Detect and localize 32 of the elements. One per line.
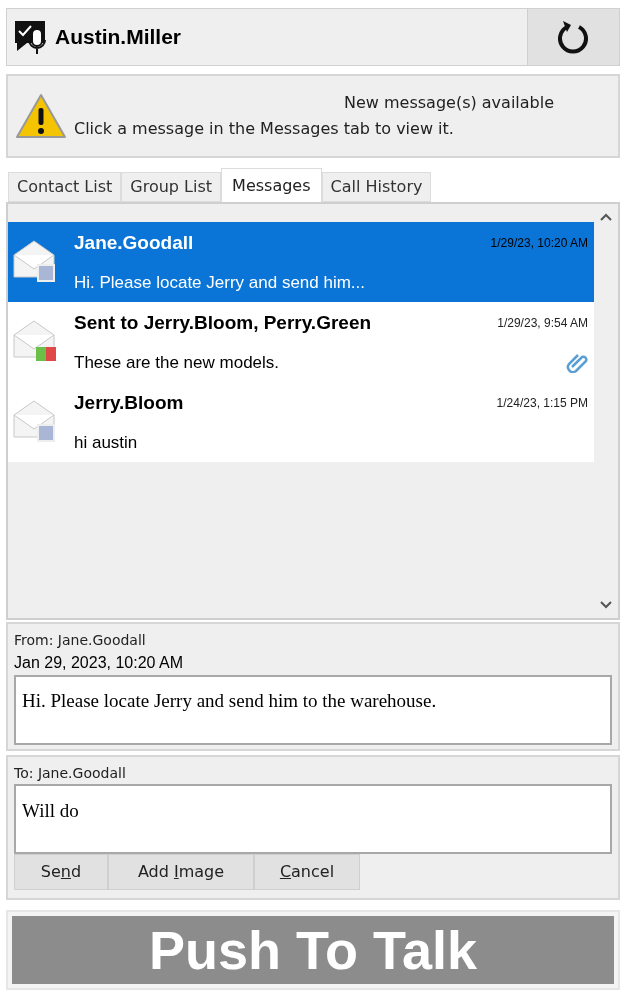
tab[interactable]: Group List bbox=[121, 172, 222, 202]
message-row[interactable]: Jerry.Bloom 1/24/23, 1:15 PM hi austin bbox=[8, 382, 594, 462]
message-preview: Hi. Please locate Jerry and send him... bbox=[74, 271, 366, 294]
notice-text: Click a message in the Messages tab to view it. bbox=[74, 118, 455, 140]
refresh-icon bbox=[556, 19, 591, 55]
sender-label: From: Jane.Goodall bbox=[14, 631, 147, 650]
scroll-up-icon[interactable] bbox=[599, 212, 613, 222]
tab[interactable]: Contact List bbox=[8, 172, 122, 202]
user-name: Austin.Miller bbox=[55, 24, 181, 51]
message-time: 1/29/23, 9:54 AM bbox=[497, 315, 588, 333]
message-time: 1/29/23, 10:20 AM bbox=[490, 235, 588, 253]
reply-field[interactable]: Will do bbox=[14, 784, 612, 854]
tab[interactable]: Messages bbox=[221, 168, 322, 202]
message-date: Jan 29, 2023, 10:20 AM bbox=[14, 653, 184, 673]
scroll-down-icon[interactable] bbox=[599, 600, 613, 610]
message-row[interactable]: Sent to Jerry.Bloom, Perry.Green 1/29/23, 9:54 AM These are the new models. bbox=[8, 302, 594, 382]
action-button[interactable]: Send bbox=[14, 854, 108, 890]
recipient-label: To: Jane.Goodall bbox=[14, 764, 127, 783]
message-time: 1/24/23, 1:15 PM bbox=[496, 395, 588, 413]
action-button[interactable]: Add Image bbox=[108, 854, 254, 890]
message-preview: These are the new models. bbox=[74, 351, 280, 374]
message-body: Hi. Please locate Jerry and send him to the warehouse. bbox=[14, 675, 612, 745]
refresh-button[interactable] bbox=[527, 9, 619, 65]
tab[interactable]: Call History bbox=[321, 172, 432, 202]
warning-icon bbox=[14, 92, 68, 140]
sender-name: Sent to Jerry.Bloom, Perry.Green bbox=[74, 311, 372, 335]
message-row[interactable]: Jane.Goodall 1/29/23, 10:20 AM Hi. Please locate Jerry and send him... bbox=[8, 222, 594, 302]
notice-title: New message(s) available bbox=[343, 92, 555, 114]
sender-name: Jane.Goodall bbox=[74, 231, 194, 255]
action-button[interactable]: Cancel bbox=[254, 854, 360, 890]
message-preview: hi austin bbox=[74, 431, 138, 454]
sender-name: Jerry.Bloom bbox=[74, 391, 184, 415]
